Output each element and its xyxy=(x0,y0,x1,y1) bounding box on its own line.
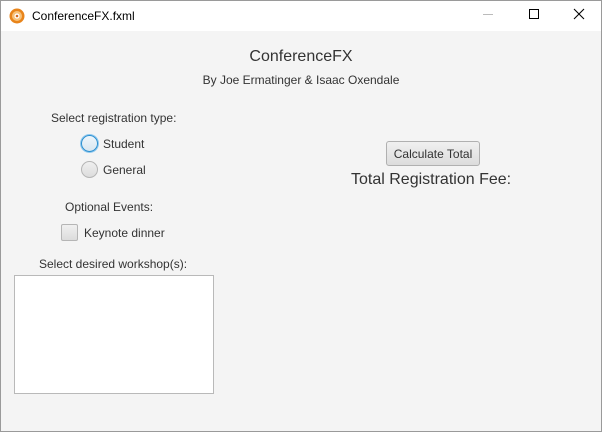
window-title: ConferenceFX.fxml xyxy=(32,9,135,23)
registration-type-label: Select registration type: xyxy=(51,111,177,125)
title-bar[interactable]: ConferenceFX.fxml xyxy=(1,1,601,31)
keynote-dinner-checkbox[interactable]: Keynote dinner xyxy=(61,224,165,241)
optional-events-label: Optional Events: xyxy=(65,200,154,214)
close-button[interactable] xyxy=(556,1,602,31)
java-duke-icon xyxy=(9,8,25,24)
calculate-total-button[interactable]: Calculate Total xyxy=(386,141,480,166)
radio-general-circle[interactable] xyxy=(81,161,98,178)
workshop-list[interactable] xyxy=(14,275,214,394)
minimize-button[interactable] xyxy=(465,1,511,31)
app-subtitle: By Joe Ermatinger & Isaac Oxendale xyxy=(202,73,400,87)
app-window: ConferenceFX.fxml ConferenceFX By Joe Er… xyxy=(0,0,602,432)
radio-general[interactable]: General xyxy=(81,161,146,178)
workshop-label: Select desired workshop(s): xyxy=(39,257,188,271)
keynote-checkbox-box[interactable] xyxy=(61,224,78,241)
maximize-button[interactable] xyxy=(511,1,557,31)
close-icon xyxy=(573,7,585,25)
radio-student-circle[interactable] xyxy=(81,135,98,152)
minimize-icon xyxy=(482,7,494,25)
radio-general-label: General xyxy=(103,162,146,177)
radio-student[interactable]: Student xyxy=(81,135,144,152)
radio-student-label: Student xyxy=(103,136,145,151)
total-registration-fee-label: Total Registration Fee: xyxy=(351,171,512,188)
maximize-icon xyxy=(528,7,540,25)
app-title: ConferenceFX xyxy=(249,48,353,65)
keynote-checkbox-label: Keynote dinner xyxy=(84,225,165,240)
app-content: ConferenceFX By Joe Ermatinger & Isaac O… xyxy=(1,31,601,431)
